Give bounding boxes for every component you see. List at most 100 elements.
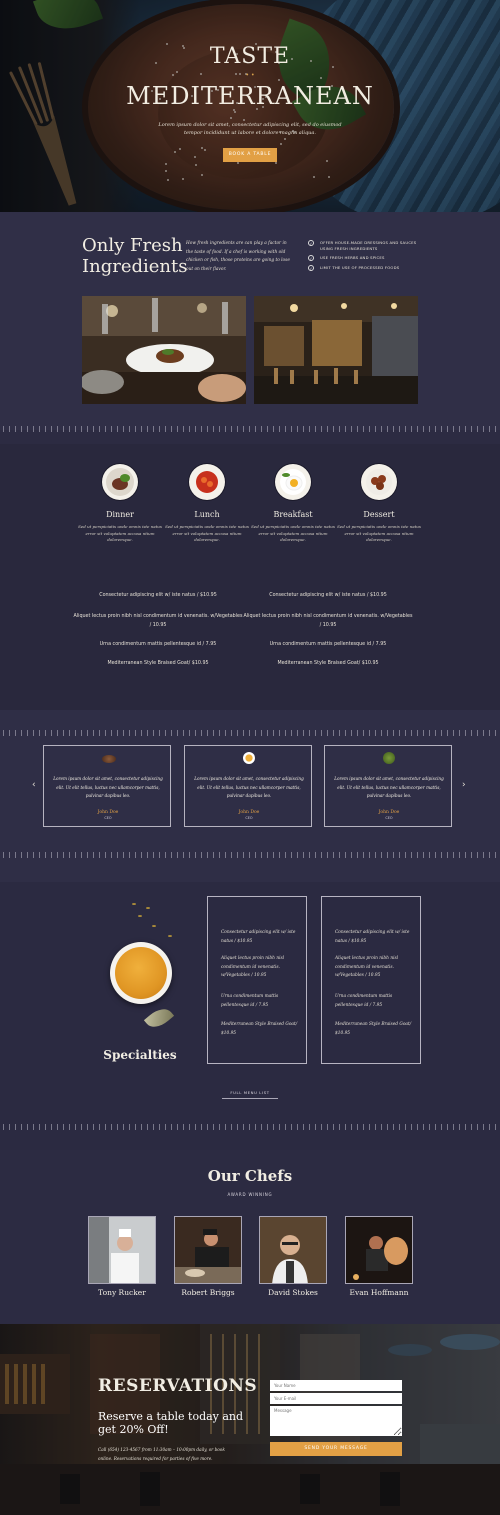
testimonial-role: CEO: [385, 816, 393, 820]
check-circle-icon: ✓: [308, 240, 314, 246]
restaurant-interior-photo: [254, 296, 418, 404]
full-menu-link[interactable]: FULL MENU LIST: [222, 1090, 278, 1099]
ingredients-checklist: ✓ OFFER HOUSE-MADE DRESSINGS AND SAUCES U…: [308, 240, 428, 275]
hero-section: TASTE • • MEDITERRANEAN Lorem ipsum dolo…: [0, 0, 500, 212]
checklist-item: ✓ LIMIT THE USE OF PROCESSED FOODS: [308, 265, 400, 271]
menu-section: Dinner Sed ut perspiciatis unde omnis is…: [0, 444, 500, 710]
menu-item: Mediterranean Style Braised Goat/ $10.95: [277, 661, 379, 666]
chefs-subtitle: AWARD WINNING: [227, 1192, 273, 1197]
chef-photo: [88, 1216, 156, 1284]
fresh-ingredients-section: Only Fresh Ingredients How fresh ingredi…: [0, 212, 500, 430]
chef-card: David Stokes: [259, 1216, 327, 1297]
testimonial-card: Lorem ipsum dolor sit amet, consectetur …: [43, 745, 171, 827]
category-desc: Sed ut perspiciatis unde omnis iste natu…: [337, 524, 421, 542]
testimonial-card: Lorem ipsum dolor sit amet, consectetur …: [184, 745, 312, 827]
specialties-title: Specialties: [103, 1048, 177, 1062]
chef-photo: [345, 1216, 413, 1284]
email-input[interactable]: [270, 1393, 402, 1404]
specialty-item: Mediterranean Style Braised Goat/ $10.95: [221, 1022, 298, 1036]
specialty-item: Aliquet lectus proin nibh nisl condiment…: [335, 956, 399, 978]
dish-icon: [243, 752, 255, 764]
seeds-decoration: [132, 903, 172, 937]
testimonial-card: Lorem ipsum dolor sit amet, consectetur …: [324, 745, 452, 827]
testimonial-role: CEO: [104, 816, 112, 820]
message-input[interactable]: [270, 1406, 402, 1436]
leaf-decoration: [143, 1003, 175, 1033]
chefs-title: Our Chefs: [207, 1167, 293, 1185]
menu-item: Mediterranean Style Braised Goat/ $10.95: [107, 661, 209, 666]
wavy-divider: [0, 730, 500, 736]
testimonial-author: John Doe: [97, 810, 119, 815]
specialty-item: Urna condimentum mattis pellentesque id …: [335, 994, 393, 1008]
prev-arrow-icon[interactable]: ‹: [32, 780, 36, 790]
testimonial-quote: Lorem ipsum dolor sit amet, consectetur …: [53, 776, 163, 798]
ingredients-heading-line1: Only Fresh: [82, 235, 183, 256]
lunch-dish-icon: [189, 464, 225, 500]
name-input[interactable]: [270, 1380, 402, 1391]
chef-card: Robert Briggs: [174, 1216, 242, 1297]
specialty-item: Urna condimentum mattis pellentesque id …: [221, 994, 279, 1008]
wavy-divider: [0, 1124, 500, 1130]
herb-icon: [383, 752, 395, 764]
hero-separator: • •: [245, 72, 255, 79]
category-dessert[interactable]: Dessert Sed ut perspiciatis unde omnis i…: [337, 464, 421, 544]
send-message-button[interactable]: SEND YOUR MESSAGE: [270, 1442, 402, 1456]
testimonials-section: ‹ Lorem ipsum dolor sit amet, consectetu…: [0, 710, 500, 882]
specialties-list-box: Consectetur adipiscing elit w/ iste natu…: [207, 896, 307, 1064]
category-lunch[interactable]: Lunch Sed ut perspiciatis unde omnis ist…: [165, 464, 249, 544]
menu-item: Urna condimentum mattis pellentesque id …: [99, 642, 217, 647]
chef-name: Evan Hoffmann: [349, 1288, 409, 1297]
wavy-divider: [0, 426, 500, 432]
reservations-title: RESERVATIONS: [98, 1376, 258, 1396]
ingredients-paragraph: How fresh ingredients are can play a fac…: [186, 241, 290, 272]
category-name: Lunch: [194, 510, 220, 519]
reservations-section: RESERVATIONS Reserve a table today and g…: [0, 1324, 500, 1515]
chef-photo: [259, 1216, 327, 1284]
check-circle-icon: ✓: [308, 265, 314, 271]
specialties-list-box: Consectetur adipiscing elit w/ iste natu…: [321, 896, 421, 1064]
specialty-item: Aliquet lectus proin nibh nisl condiment…: [221, 956, 285, 978]
testimonial-author: John Doe: [378, 810, 400, 815]
wavy-divider: [0, 852, 500, 858]
menu-item: Urna condimentum mattis pellentesque id …: [269, 642, 387, 647]
chef-photo: [174, 1216, 242, 1284]
category-dinner[interactable]: Dinner Sed ut perspiciatis unde omnis is…: [78, 464, 162, 544]
chef-name: David Stokes: [268, 1288, 318, 1297]
soup-bowl-image: [110, 942, 172, 1004]
hero-title-line1: TASTE: [209, 44, 291, 69]
dining-table-photo: [82, 296, 246, 404]
breakfast-dish-icon: [275, 464, 311, 500]
dish-icon: [102, 755, 116, 763]
chef-name: Robert Briggs: [181, 1288, 235, 1297]
category-desc: Sed ut perspiciatis unde omnis iste natu…: [251, 524, 335, 542]
testimonial-quote: Lorem ipsum dolor sit amet, consectetur …: [334, 776, 444, 798]
specialty-item: Consectetur adipiscing elit w/ iste natu…: [221, 930, 296, 944]
reservations-offer: Reserve a table today and get 20% Off!: [98, 1410, 244, 1436]
checklist-item: ✓ USE FRESH HERBS AND SPICES: [308, 255, 385, 261]
dinner-dish-icon: [102, 464, 138, 500]
checklist-item: ✓ OFFER HOUSE-MADE DRESSINGS AND SAUCES U…: [308, 240, 417, 251]
category-breakfast[interactable]: Breakfast Sed ut perspiciatis unde omnis…: [251, 464, 335, 544]
specialty-item: Mediterranean Style Braised Goat/ $10.95: [335, 1022, 412, 1036]
dessert-dish-icon: [361, 464, 397, 500]
menu-item: Aliquet lectus proin nibh nisl condiment…: [73, 614, 243, 628]
category-desc: Sed ut perspiciatis unde omnis iste natu…: [78, 524, 162, 542]
category-desc: Sed ut perspiciatis unde omnis iste natu…: [165, 524, 249, 542]
reservations-note: Call (654) 123-4567 from 11:30am – 10:00…: [98, 1447, 225, 1461]
menu-item: Aliquet lectus proin nibh nisl condiment…: [243, 614, 413, 628]
specialties-section: Specialties Consectetur adipiscing elit …: [0, 882, 500, 1150]
chef-card: Evan Hoffmann: [345, 1216, 413, 1297]
page: TASTE • • MEDITERRANEAN Lorem ipsum dolo…: [0, 0, 500, 1515]
menu-item: Consectetur adipiscing elit w/ iste natu…: [269, 593, 387, 598]
ingredients-heading: Only Fresh Ingredients: [82, 235, 187, 277]
hero-subtitle: Lorem ipsum dolor sit amet, consectetur …: [158, 122, 342, 136]
next-arrow-icon[interactable]: ›: [462, 780, 466, 790]
chef-card: Tony Rucker: [88, 1216, 156, 1297]
category-name: Breakfast: [273, 510, 313, 519]
menu-item: Consectetur adipiscing elit w/ iste natu…: [99, 593, 217, 598]
testimonial-author: John Doe: [238, 810, 260, 815]
chef-name: Tony Rucker: [98, 1288, 146, 1297]
category-name: Dessert: [363, 510, 395, 519]
book-table-button[interactable]: BOOK A TABLE: [223, 148, 277, 162]
ingredients-heading-line2: Ingredients: [82, 256, 188, 277]
